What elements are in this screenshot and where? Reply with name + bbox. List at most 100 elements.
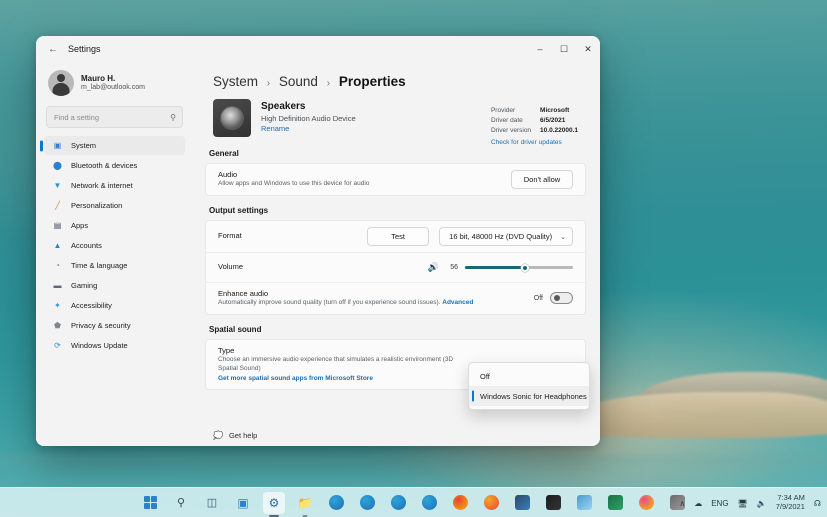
speaker-volume-icon[interactable]: 🔊 — [428, 262, 439, 273]
back-arrow-icon[interactable]: ← — [40, 38, 66, 60]
sidebar-item-apps[interactable]: ▤Apps — [44, 216, 185, 235]
enhance-audio-state: Off — [534, 295, 543, 302]
edge-beta[interactable] — [356, 492, 378, 514]
search-button[interactable]: ⚲ — [170, 492, 192, 514]
format-row: Format Test 16 bit, 48000 Hz (DVD Qualit… — [206, 221, 585, 253]
sidebar-item-label: Accounts — [71, 241, 102, 250]
sidebar-item-time-language[interactable]: ◔Time & language — [44, 256, 185, 275]
file-explorer[interactable]: 📁 — [294, 492, 316, 514]
settings-app[interactable]: ⚙ — [263, 492, 285, 514]
sidebar-nav: ▣System⬤Bluetooth & devices▼Network & in… — [44, 136, 185, 355]
taskbar: ⚲ ◫ ▣ ⚙ 📁 ∧ ☁ ENG 🖥 🔈 7:34 AM 7/9/2021 ☊ — [0, 487, 827, 517]
search-icon: ⚲ — [170, 113, 176, 122]
sidebar-item-privacy-security[interactable]: ⬟Privacy & security — [44, 316, 185, 335]
task-view-icon: ◫ — [207, 496, 217, 509]
sidebar-icon: ▤ — [52, 221, 63, 230]
sidebar-item-gaming[interactable]: ▬Gaming — [44, 276, 185, 295]
photos-app[interactable] — [573, 492, 595, 514]
edge-browser[interactable] — [325, 492, 347, 514]
sidebar-item-network-internet[interactable]: ▼Network & internet — [44, 176, 185, 195]
sidebar-item-accounts[interactable]: ▲ Accounts — [44, 236, 185, 255]
check-driver-updates-link[interactable]: Check for driver updates — [491, 138, 578, 148]
edge-dev[interactable] — [387, 492, 409, 514]
sidebar-item-personalization[interactable]: ╱Personalization — [44, 196, 185, 215]
dropdown-option-label: Windows Sonic for Headphones — [480, 392, 587, 401]
breadcrumb-system[interactable]: System — [213, 74, 258, 89]
settings-gear-icon: ⚙ — [269, 496, 280, 510]
sidebar-item-accessibility[interactable]: ✦Accessibility — [44, 296, 185, 315]
advanced-link[interactable]: Advanced — [442, 299, 473, 306]
settings-window: ← Settings – ☐ ✕ Mauro H. m_lab@outlook.… — [36, 36, 600, 446]
driver-info: ProviderMicrosoftDriver date6/5/2021Driv… — [491, 106, 578, 148]
close-button[interactable]: ✕ — [576, 36, 600, 62]
breadcrumb-separator-1: › — [267, 78, 270, 89]
enhance-audio-label: Enhance audio Automatically improve soun… — [218, 289, 524, 308]
edge-icon — [422, 495, 437, 510]
sidebar-item-bluetooth-devices[interactable]: ⬤Bluetooth & devices — [44, 156, 185, 175]
start-button[interactable] — [139, 492, 161, 514]
firefox-browser[interactable] — [480, 492, 502, 514]
format-label: Format — [218, 231, 357, 241]
avatar — [48, 70, 74, 96]
breadcrumb: System › Sound › Properties — [213, 74, 586, 89]
get-help-label: Get help — [229, 431, 257, 440]
sidebar-icon: ▲ — [52, 241, 63, 250]
search-input[interactable] — [54, 113, 175, 122]
audio-label: Audio Allow apps and Windows to use this… — [218, 170, 501, 189]
dropdown-option-off[interactable]: Off — [469, 366, 589, 386]
widgets-button[interactable]: ▣ — [232, 492, 254, 514]
dropdown-option-windows-sonic-for-headphones[interactable]: Windows Sonic for Headphones — [469, 386, 589, 406]
window-title-bar: ← Settings – ☐ ✕ — [36, 36, 600, 62]
volume-control: 🔊 56 — [428, 262, 573, 274]
sidebar-item-label: Windows Update — [71, 341, 128, 350]
spatial-store-link[interactable]: Get more spatial sound apps from Microso… — [218, 375, 373, 382]
test-button[interactable]: Test — [367, 227, 429, 246]
search-box[interactable]: ⚲ — [46, 106, 183, 128]
maximize-button[interactable]: ☐ — [552, 36, 576, 62]
sidebar-item-label: Bluetooth & devices — [71, 161, 137, 170]
chevron-down-icon: ⌄ — [560, 233, 566, 241]
dont-allow-button[interactable]: Don't allow — [511, 170, 573, 189]
account-card[interactable]: Mauro H. m_lab@outlook.com — [44, 66, 185, 106]
edge-canary[interactable] — [418, 492, 440, 514]
language-indicator[interactable]: ENG — [711, 499, 728, 508]
enhance-audio-toggle-wrap: Off — [534, 292, 573, 304]
chrome-browser[interactable] — [449, 492, 471, 514]
spatial-type-description: Choose an immersive audio experience tha… — [218, 356, 468, 374]
driver-info-value: Microsoft — [540, 106, 578, 116]
paint-icon — [639, 495, 654, 510]
paint-app[interactable] — [635, 492, 657, 514]
format-selected-value: 16 bit, 48000 Hz (DVD Quality) — [449, 232, 552, 241]
volume-icon[interactable]: 🔈 — [757, 499, 767, 508]
device-subtitle: High Definition Audio Device — [261, 114, 356, 124]
get-help-link[interactable]: 💭 Get help — [213, 431, 257, 440]
volume-slider[interactable] — [465, 262, 573, 274]
audio-description: Allow apps and Windows to use this devic… — [218, 180, 501, 189]
audio-row: Audio Allow apps and Windows to use this… — [206, 164, 585, 195]
breadcrumb-sound[interactable]: Sound — [279, 74, 318, 89]
audio-title: Audio — [218, 170, 501, 180]
format-dropdown[interactable]: 16 bit, 48000 Hz (DVD Quality) ⌄ — [439, 227, 573, 246]
chrome-icon — [453, 495, 468, 510]
general-group: Audio Allow apps and Windows to use this… — [205, 163, 586, 196]
driver-info-value: 6/5/2021 — [540, 116, 578, 126]
onedrive-icon[interactable]: ☁ — [694, 499, 702, 508]
minimize-button[interactable]: – — [528, 36, 552, 62]
rename-link[interactable]: Rename — [261, 124, 356, 134]
sidebar-item-windows-update[interactable]: ⟳Windows Update — [44, 336, 185, 355]
clock[interactable]: 7:34 AM 7/9/2021 — [776, 494, 805, 511]
vm-app[interactable] — [511, 492, 533, 514]
network-icon[interactable]: 🖥 — [738, 499, 748, 508]
terminal-app[interactable] — [542, 492, 564, 514]
notification-bell-icon[interactable]: ☊ — [814, 499, 821, 508]
slider-thumb[interactable] — [521, 264, 529, 272]
spatial-sound-section-title: Spatial sound — [209, 325, 586, 334]
sidebar-item-system[interactable]: ▣System — [44, 136, 185, 155]
edge-icon — [391, 495, 406, 510]
enhance-audio-toggle[interactable] — [550, 292, 573, 304]
tray-chevron-icon[interactable]: ∧ — [679, 499, 685, 508]
output-settings-group: Format Test 16 bit, 48000 Hz (DVD Qualit… — [205, 220, 586, 315]
sidebar-icon: ✦ — [52, 301, 63, 310]
task-view-button[interactable]: ◫ — [201, 492, 223, 514]
excel-app[interactable] — [604, 492, 626, 514]
